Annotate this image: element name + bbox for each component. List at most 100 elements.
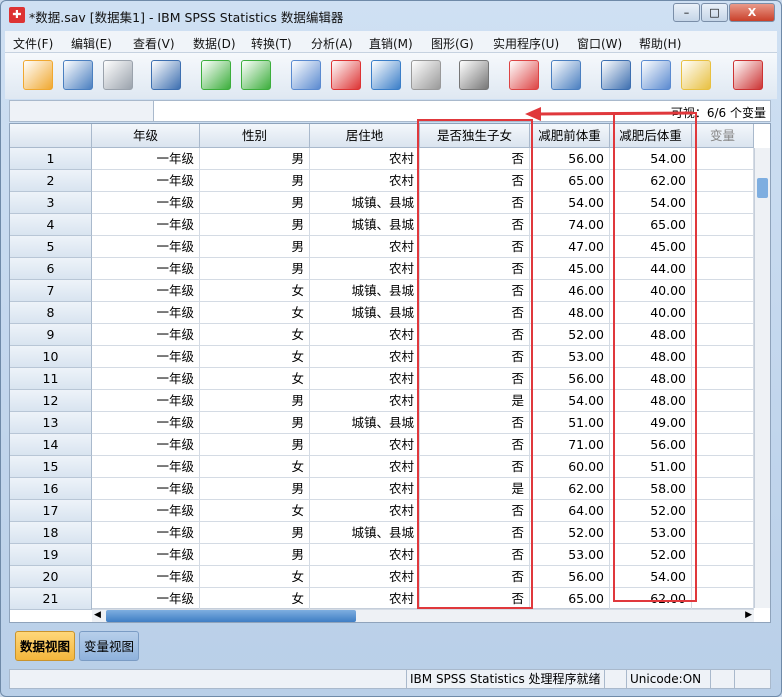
table-cell[interactable]: [692, 346, 754, 368]
find-icon[interactable]: [459, 60, 489, 90]
table-cell[interactable]: 47.00: [530, 236, 610, 258]
row-header[interactable]: 4: [10, 214, 92, 236]
table-cell[interactable]: [692, 390, 754, 412]
menu-item[interactable]: 分析(A): [311, 35, 353, 52]
table-cell[interactable]: 一年级: [92, 280, 200, 302]
table-cell[interactable]: [692, 522, 754, 544]
row-header[interactable]: 1: [10, 148, 92, 170]
menu-item[interactable]: 数据(D): [193, 35, 236, 52]
column-header[interactable]: 性别: [200, 124, 310, 148]
row-header[interactable]: 5: [10, 236, 92, 258]
table-cell[interactable]: 农村: [310, 258, 420, 280]
table-cell[interactable]: 65.00: [530, 588, 610, 610]
row-header[interactable]: 12: [10, 390, 92, 412]
save-icon[interactable]: [63, 60, 93, 90]
table-cell[interactable]: 51.00: [530, 412, 610, 434]
table-cell[interactable]: 71.00: [530, 434, 610, 456]
table-cell[interactable]: [692, 324, 754, 346]
menu-item[interactable]: 文件(F): [13, 35, 53, 52]
table-cell[interactable]: 男: [200, 258, 310, 280]
table-cell[interactable]: 54.00: [530, 192, 610, 214]
table-cell[interactable]: 城镇、县城: [310, 214, 420, 236]
table-cell[interactable]: 52.00: [530, 522, 610, 544]
vertical-scrollbar[interactable]: [754, 148, 770, 608]
vertical-scroll-thumb[interactable]: [757, 178, 768, 198]
table-cell[interactable]: 农村: [310, 566, 420, 588]
table-cell[interactable]: 女: [200, 588, 310, 610]
maximize-button[interactable]: □: [701, 3, 728, 22]
table-cell[interactable]: 48.00: [530, 302, 610, 324]
menu-item[interactable]: 查看(V): [133, 35, 175, 52]
table-cell[interactable]: 52.00: [530, 324, 610, 346]
table-cell[interactable]: 男: [200, 522, 310, 544]
row-header[interactable]: 14: [10, 434, 92, 456]
variables-icon[interactable]: [371, 60, 401, 90]
table-cell[interactable]: 54.00: [530, 390, 610, 412]
table-cell[interactable]: [692, 588, 754, 610]
table-cell[interactable]: 农村: [310, 148, 420, 170]
table-cell[interactable]: 农村: [310, 588, 420, 610]
table-cell[interactable]: 74.00: [530, 214, 610, 236]
table-cell[interactable]: [692, 192, 754, 214]
table-cell[interactable]: 农村: [310, 170, 420, 192]
scroll-left-icon[interactable]: ◀: [94, 610, 101, 620]
menu-item[interactable]: 窗口(W): [577, 35, 622, 52]
insert-cases-icon[interactable]: [509, 60, 539, 90]
table-cell[interactable]: 男: [200, 236, 310, 258]
table-cell[interactable]: 56.00: [530, 148, 610, 170]
table-cell[interactable]: [692, 478, 754, 500]
table-cell[interactable]: 女: [200, 500, 310, 522]
row-header[interactable]: 21: [10, 588, 92, 610]
table-cell[interactable]: 男: [200, 192, 310, 214]
goto-variable-icon[interactable]: [331, 60, 361, 90]
table-cell[interactable]: 45.00: [530, 258, 610, 280]
tab-variable-view[interactable]: 变量视图: [79, 631, 140, 661]
table-cell[interactable]: [692, 456, 754, 478]
table-cell[interactable]: 女: [200, 346, 310, 368]
table-cell[interactable]: 男: [200, 148, 310, 170]
table-cell[interactable]: 女: [200, 302, 310, 324]
table-cell[interactable]: [692, 566, 754, 588]
table-cell[interactable]: 一年级: [92, 170, 200, 192]
close-button[interactable]: X: [729, 3, 775, 22]
redo-icon[interactable]: [241, 60, 271, 90]
table-cell[interactable]: 56.00: [530, 368, 610, 390]
table-cell[interactable]: 男: [200, 544, 310, 566]
table-cell[interactable]: 城镇、县城: [310, 412, 420, 434]
row-header[interactable]: 3: [10, 192, 92, 214]
value-labels-icon[interactable]: [733, 60, 763, 90]
row-header[interactable]: 8: [10, 302, 92, 324]
table-cell[interactable]: 一年级: [92, 434, 200, 456]
table-cell[interactable]: 城镇、县城: [310, 522, 420, 544]
table-cell[interactable]: [692, 214, 754, 236]
menu-item[interactable]: 直销(M): [369, 35, 413, 52]
table-cell[interactable]: 一年级: [92, 456, 200, 478]
table-cell[interactable]: 农村: [310, 236, 420, 258]
select-cases-icon[interactable]: [681, 60, 711, 90]
table-cell[interactable]: 一年级: [92, 368, 200, 390]
table-cell[interactable]: 农村: [310, 390, 420, 412]
weight-cases-icon[interactable]: [641, 60, 671, 90]
recall-dialog-icon[interactable]: [151, 60, 181, 90]
table-cell[interactable]: 一年级: [92, 390, 200, 412]
menu-item[interactable]: 编辑(E): [71, 35, 112, 52]
column-header[interactable]: 年级: [92, 124, 200, 148]
table-cell[interactable]: [692, 544, 754, 566]
row-header[interactable]: 15: [10, 456, 92, 478]
column-header[interactable]: 变量: [692, 124, 754, 148]
table-cell[interactable]: 一年级: [92, 500, 200, 522]
table-cell[interactable]: 53.00: [530, 346, 610, 368]
table-cell[interactable]: 女: [200, 368, 310, 390]
table-cell[interactable]: 一年级: [92, 522, 200, 544]
row-header[interactable]: 6: [10, 258, 92, 280]
row-header[interactable]: 11: [10, 368, 92, 390]
table-cell[interactable]: 一年级: [92, 302, 200, 324]
table-cell[interactable]: 女: [200, 324, 310, 346]
table-cell[interactable]: [692, 280, 754, 302]
horizontal-scrollbar[interactable]: ◀ ▶: [92, 608, 754, 622]
table-cell[interactable]: 农村: [310, 324, 420, 346]
table-cell[interactable]: 女: [200, 280, 310, 302]
table-cell[interactable]: 65.00: [530, 170, 610, 192]
table-cell[interactable]: 62.00: [530, 478, 610, 500]
table-cell[interactable]: 60.00: [530, 456, 610, 478]
